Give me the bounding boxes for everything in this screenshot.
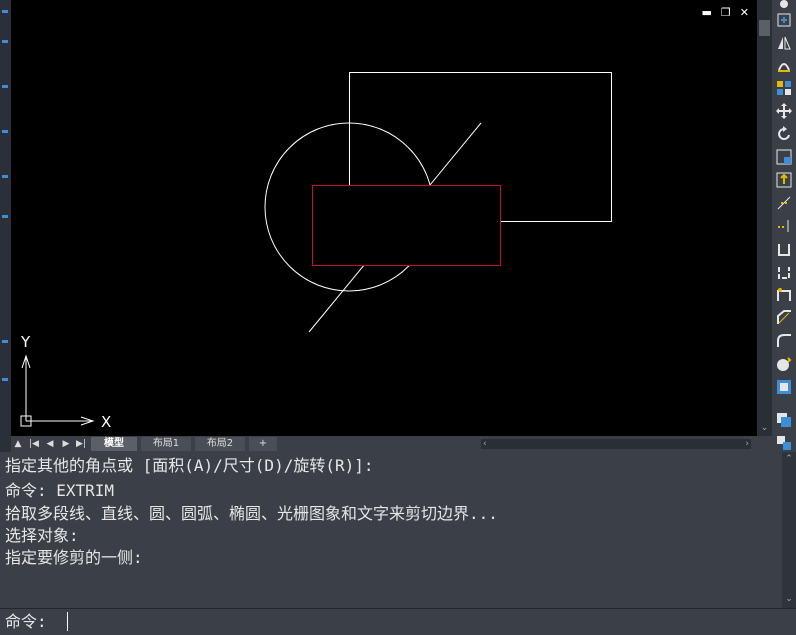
tab-layout2[interactable]: 布局2 [195,437,245,451]
drawing-window-controls: ▬ ❐ ✕ [702,7,750,19]
scroll-right-icon[interactable]: › [745,439,749,449]
stretch-icon[interactable] [776,172,792,188]
tab-nav-last-icon[interactable]: ▶| [75,438,87,450]
palette-marker [2,40,8,43]
drawing-canvas[interactable]: Y X ▬ ❐ ✕ [11,0,757,436]
tab-nav-up-icon[interactable]: ▲ [12,438,24,450]
rotate-icon[interactable] [776,126,792,142]
history-line: 指定其他的角点或 [面积(A)/尺寸(D)/旋转(R)]: [5,456,374,475]
cmd-scroll-down-icon[interactable]: ⌄ [784,594,794,604]
explode-icon[interactable] [776,356,792,372]
break-icon[interactable] [776,264,792,280]
scroll-down-icon[interactable]: ⌄ [759,424,770,433]
canvas-vertical-scrollbar[interactable]: ⌄ [757,0,772,436]
palette-marker [2,215,8,218]
layer-icon[interactable] [776,412,792,428]
cmd-scroll-up-icon[interactable]: ⌃ [784,454,794,464]
palette-marker [2,130,8,133]
tab-nav-first-icon[interactable]: |◀ [28,438,40,450]
command-line[interactable]: 命令: [0,608,796,635]
text-cursor [67,612,68,631]
history-line: 命令: EXTRIM [5,481,115,500]
palette-marker [2,10,8,13]
trim-icon[interactable] [776,195,792,211]
close-icon[interactable]: ✕ [740,7,749,19]
array-icon[interactable] [776,80,792,96]
move-icon[interactable] [776,103,792,119]
layout-tab-bar: ▲ |◀ ◀ ▶ ▶| 模型 布局1 布局2 + ‹ › [11,436,757,452]
properties-icon[interactable] [776,379,792,395]
command-prompt: 命令: [5,612,47,631]
join-icon[interactable] [776,287,792,303]
ucs-x-label: X [101,413,111,431]
mirror-icon[interactable] [776,35,792,51]
palette-marker [2,175,8,178]
break-point-icon[interactable] [776,241,792,257]
canvas-horizontal-scrollbar[interactable]: ‹ › [481,439,751,449]
palette-marker [2,85,8,88]
fillet-icon[interactable] [776,333,792,349]
palette-marker [2,378,8,381]
restore-icon[interactable]: ❐ [721,7,731,19]
tab-nav-prev-icon[interactable]: ◀ [44,438,56,450]
minimize-icon[interactable]: ▬ [702,7,712,19]
command-history-scrollbar[interactable]: ⌃ ⌄ [782,452,796,608]
tab-layout1[interactable]: 布局1 [141,437,191,451]
draworder-icon[interactable] [776,435,792,451]
tab-add-icon[interactable]: + [249,437,277,451]
palette-marker [2,340,8,343]
ucs-y-label: Y [20,333,31,351]
copy-icon[interactable] [776,12,792,28]
history-line: 指定要修剪的一侧: [5,548,143,567]
left-tool-palette [0,0,11,452]
chamfer-icon[interactable] [776,310,792,326]
offset-icon[interactable] [776,57,792,73]
tab-model[interactable]: 模型 [91,437,137,451]
red-trim-rectangle[interactable] [312,185,501,266]
scroll-thumb[interactable] [759,20,770,36]
modify-toolbar [772,0,796,452]
scroll-left-icon[interactable]: ‹ [483,439,487,449]
history-line: 选择对象: [5,526,79,545]
extend-icon[interactable] [776,218,792,234]
drawing-svg[interactable]: Y X [11,0,757,436]
scale-icon[interactable] [776,149,792,165]
command-history: 指定其他的角点或 [面积(A)/尺寸(D)/旋转(R)]: 命令: EXTRIM… [0,452,782,608]
tab-nav-next-icon[interactable]: ▶ [60,438,72,450]
history-line: 拾取多段线、直线、圆、圆弧、椭圆、光栅图象和文字来剪切边界... [5,504,498,523]
